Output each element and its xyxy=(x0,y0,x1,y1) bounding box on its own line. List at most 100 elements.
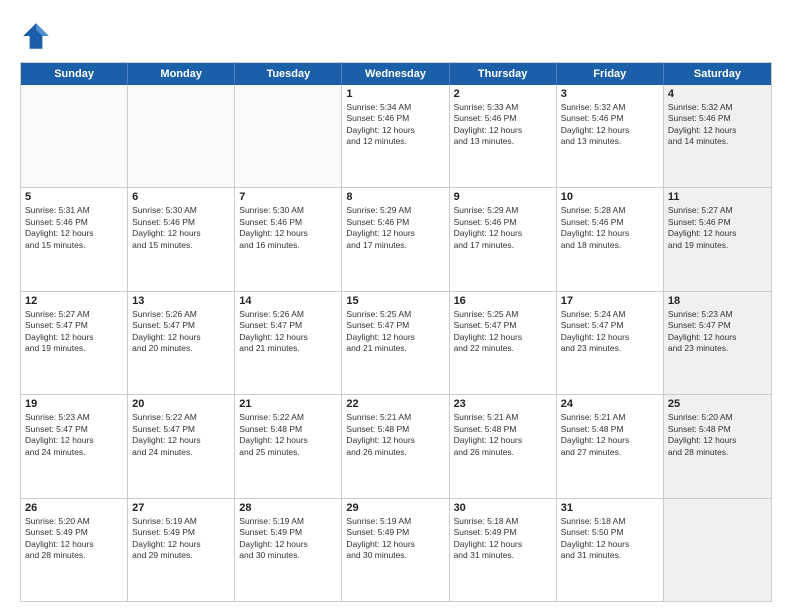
calendar-cell-day-1: 1 Sunrise: 5:34 AM Sunset: 5:46 PM Daylig… xyxy=(342,85,449,187)
calendar-cell-empty-0-1 xyxy=(128,85,235,187)
day-number: 26 xyxy=(25,502,123,514)
calendar-cell-day-2: 2 Sunrise: 5:33 AM Sunset: 5:46 PM Daylig… xyxy=(450,85,557,187)
day-number: 5 xyxy=(25,191,123,203)
cell-info: Sunrise: 5:26 AM Sunset: 5:47 PM Dayligh… xyxy=(239,309,337,355)
cell-info: Sunrise: 5:25 AM Sunset: 5:47 PM Dayligh… xyxy=(454,309,552,355)
calendar-row-0: 1 Sunrise: 5:34 AM Sunset: 5:46 PM Daylig… xyxy=(21,85,771,187)
calendar-cell-day-23: 23 Sunrise: 5:21 AM Sunset: 5:48 PM Dayli… xyxy=(450,395,557,497)
cell-info: Sunrise: 5:23 AM Sunset: 5:47 PM Dayligh… xyxy=(25,412,123,458)
cell-info: Sunrise: 5:22 AM Sunset: 5:48 PM Dayligh… xyxy=(239,412,337,458)
cell-info: Sunrise: 5:28 AM Sunset: 5:46 PM Dayligh… xyxy=(561,205,659,251)
calendar-header: SundayMondayTuesdayWednesdayThursdayFrid… xyxy=(21,63,771,85)
calendar: SundayMondayTuesdayWednesdayThursdayFrid… xyxy=(20,62,772,602)
calendar-row-4: 26 Sunrise: 5:20 AM Sunset: 5:49 PM Dayli… xyxy=(21,498,771,601)
day-number: 9 xyxy=(454,191,552,203)
weekday-header-friday: Friday xyxy=(557,63,664,85)
cell-info: Sunrise: 5:18 AM Sunset: 5:49 PM Dayligh… xyxy=(454,516,552,562)
day-number: 2 xyxy=(454,88,552,100)
day-number: 17 xyxy=(561,295,659,307)
weekday-header-saturday: Saturday xyxy=(664,63,771,85)
day-number: 1 xyxy=(346,88,444,100)
weekday-header-thursday: Thursday xyxy=(450,63,557,85)
day-number: 14 xyxy=(239,295,337,307)
calendar-cell-day-14: 14 Sunrise: 5:26 AM Sunset: 5:47 PM Dayli… xyxy=(235,292,342,394)
calendar-cell-day-20: 20 Sunrise: 5:22 AM Sunset: 5:47 PM Dayli… xyxy=(128,395,235,497)
weekday-header-monday: Monday xyxy=(128,63,235,85)
cell-info: Sunrise: 5:19 AM Sunset: 5:49 PM Dayligh… xyxy=(132,516,230,562)
cell-info: Sunrise: 5:21 AM Sunset: 5:48 PM Dayligh… xyxy=(561,412,659,458)
day-number: 28 xyxy=(239,502,337,514)
cell-info: Sunrise: 5:27 AM Sunset: 5:46 PM Dayligh… xyxy=(668,205,767,251)
calendar-cell-day-10: 10 Sunrise: 5:28 AM Sunset: 5:46 PM Dayli… xyxy=(557,188,664,290)
calendar-cell-empty-0-2 xyxy=(235,85,342,187)
calendar-cell-day-28: 28 Sunrise: 5:19 AM Sunset: 5:49 PM Dayli… xyxy=(235,499,342,601)
calendar-cell-day-29: 29 Sunrise: 5:19 AM Sunset: 5:49 PM Dayli… xyxy=(342,499,449,601)
cell-info: Sunrise: 5:32 AM Sunset: 5:46 PM Dayligh… xyxy=(561,102,659,148)
cell-info: Sunrise: 5:18 AM Sunset: 5:50 PM Dayligh… xyxy=(561,516,659,562)
calendar-cell-day-12: 12 Sunrise: 5:27 AM Sunset: 5:47 PM Dayli… xyxy=(21,292,128,394)
day-number: 23 xyxy=(454,398,552,410)
cell-info: Sunrise: 5:34 AM Sunset: 5:46 PM Dayligh… xyxy=(346,102,444,148)
cell-info: Sunrise: 5:30 AM Sunset: 5:46 PM Dayligh… xyxy=(239,205,337,251)
calendar-cell-day-22: 22Sunrise: 5:21 AM Sunset: 5:48 PM Dayli… xyxy=(342,395,449,497)
cell-info: Sunrise: 5:19 AM Sunset: 5:49 PM Dayligh… xyxy=(239,516,337,562)
calendar-cell-day-8: 8Sunrise: 5:29 AM Sunset: 5:46 PM Daylig… xyxy=(342,188,449,290)
calendar-cell-empty-0-0 xyxy=(21,85,128,187)
day-number: 25 xyxy=(668,398,767,410)
calendar-cell-day-9: 9Sunrise: 5:29 AM Sunset: 5:46 PM Daylig… xyxy=(450,188,557,290)
day-number: 21 xyxy=(239,398,337,410)
cell-info: Sunrise: 5:19 AM Sunset: 5:49 PM Dayligh… xyxy=(346,516,444,562)
cell-info: Sunrise: 5:24 AM Sunset: 5:47 PM Dayligh… xyxy=(561,309,659,355)
cell-info: Sunrise: 5:33 AM Sunset: 5:46 PM Dayligh… xyxy=(454,102,552,148)
calendar-cell-day-7: 7 Sunrise: 5:30 AM Sunset: 5:46 PM Daylig… xyxy=(235,188,342,290)
calendar-cell-day-11: 11 Sunrise: 5:27 AM Sunset: 5:46 PM Dayli… xyxy=(664,188,771,290)
day-number: 12 xyxy=(25,295,123,307)
cell-info: Sunrise: 5:23 AM Sunset: 5:47 PM Dayligh… xyxy=(668,309,767,355)
calendar-cell-day-5: 5 Sunrise: 5:31 AM Sunset: 5:46 PM Daylig… xyxy=(21,188,128,290)
calendar-cell-day-24: 24Sunrise: 5:21 AM Sunset: 5:48 PM Dayli… xyxy=(557,395,664,497)
cell-info: Sunrise: 5:31 AM Sunset: 5:46 PM Dayligh… xyxy=(25,205,123,251)
calendar-cell-day-18: 18 Sunrise: 5:23 AM Sunset: 5:47 PM Dayli… xyxy=(664,292,771,394)
day-number: 4 xyxy=(668,88,767,100)
day-number: 7 xyxy=(239,191,337,203)
calendar-cell-day-4: 4 Sunrise: 5:32 AM Sunset: 5:46 PM Daylig… xyxy=(664,85,771,187)
day-number: 30 xyxy=(454,502,552,514)
cell-info: Sunrise: 5:22 AM Sunset: 5:47 PM Dayligh… xyxy=(132,412,230,458)
calendar-cell-day-13: 13Sunrise: 5:26 AM Sunset: 5:47 PM Dayli… xyxy=(128,292,235,394)
day-number: 22 xyxy=(346,398,444,410)
day-number: 6 xyxy=(132,191,230,203)
day-number: 20 xyxy=(132,398,230,410)
day-number: 18 xyxy=(668,295,767,307)
calendar-row-3: 19Sunrise: 5:23 AM Sunset: 5:47 PM Dayli… xyxy=(21,394,771,497)
cell-info: Sunrise: 5:21 AM Sunset: 5:48 PM Dayligh… xyxy=(454,412,552,458)
day-number: 29 xyxy=(346,502,444,514)
cell-info: Sunrise: 5:27 AM Sunset: 5:47 PM Dayligh… xyxy=(25,309,123,355)
calendar-row-1: 5 Sunrise: 5:31 AM Sunset: 5:46 PM Daylig… xyxy=(21,187,771,290)
page: SundayMondayTuesdayWednesdayThursdayFrid… xyxy=(0,0,792,612)
weekday-header-wednesday: Wednesday xyxy=(342,63,449,85)
cell-info: Sunrise: 5:30 AM Sunset: 5:46 PM Dayligh… xyxy=(132,205,230,251)
day-number: 11 xyxy=(668,191,767,203)
calendar-cell-day-27: 27Sunrise: 5:19 AM Sunset: 5:49 PM Dayli… xyxy=(128,499,235,601)
day-number: 10 xyxy=(561,191,659,203)
weekday-header-tuesday: Tuesday xyxy=(235,63,342,85)
calendar-cell-day-16: 16 Sunrise: 5:25 AM Sunset: 5:47 PM Dayli… xyxy=(450,292,557,394)
day-number: 15 xyxy=(346,295,444,307)
day-number: 3 xyxy=(561,88,659,100)
header xyxy=(20,20,772,52)
cell-info: Sunrise: 5:20 AM Sunset: 5:49 PM Dayligh… xyxy=(25,516,123,562)
calendar-body: 1 Sunrise: 5:34 AM Sunset: 5:46 PM Daylig… xyxy=(21,85,771,601)
calendar-cell-day-19: 19Sunrise: 5:23 AM Sunset: 5:47 PM Dayli… xyxy=(21,395,128,497)
calendar-cell-day-15: 15 Sunrise: 5:25 AM Sunset: 5:47 PM Dayli… xyxy=(342,292,449,394)
cell-info: Sunrise: 5:25 AM Sunset: 5:47 PM Dayligh… xyxy=(346,309,444,355)
cell-info: Sunrise: 5:29 AM Sunset: 5:46 PM Dayligh… xyxy=(346,205,444,251)
calendar-cell-day-21: 21 Sunrise: 5:22 AM Sunset: 5:48 PM Dayli… xyxy=(235,395,342,497)
calendar-cell-day-6: 6 Sunrise: 5:30 AM Sunset: 5:46 PM Daylig… xyxy=(128,188,235,290)
day-number: 16 xyxy=(454,295,552,307)
calendar-cell-day-31: 31Sunrise: 5:18 AM Sunset: 5:50 PM Dayli… xyxy=(557,499,664,601)
cell-info: Sunrise: 5:20 AM Sunset: 5:48 PM Dayligh… xyxy=(668,412,767,458)
calendar-row-2: 12 Sunrise: 5:27 AM Sunset: 5:47 PM Dayli… xyxy=(21,291,771,394)
logo-icon xyxy=(20,20,52,52)
day-number: 13 xyxy=(132,295,230,307)
cell-info: Sunrise: 5:32 AM Sunset: 5:46 PM Dayligh… xyxy=(668,102,767,148)
